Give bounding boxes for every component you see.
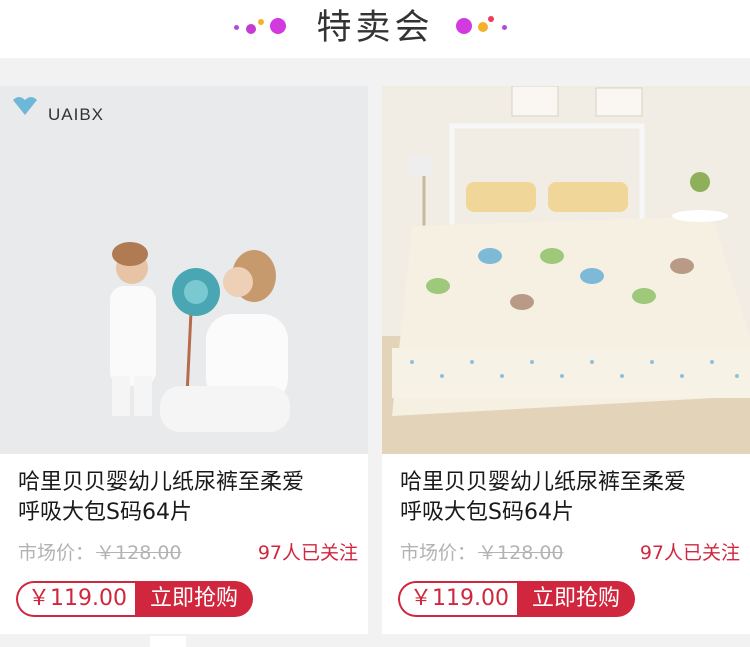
section-header: 特卖会 — [0, 0, 750, 58]
market-price: 市场价： ￥128.00 — [400, 542, 564, 564]
product-image[interactable]: UAIBX — [0, 86, 368, 454]
product-title[interactable]: 哈里贝贝婴幼儿纸尿裤至柔爱 呼吸大包S码64片 — [400, 468, 740, 528]
buy-now-button[interactable]: 立即抢购 — [134, 581, 253, 617]
sale-price: ￥119.00 — [398, 581, 517, 617]
decor-dots-right-icon — [452, 16, 516, 40]
brand-name: UAIBX — [48, 105, 104, 124]
product-card[interactable]: UAIBX 哈里贝贝婴幼儿纸尿裤至柔爱 呼吸大包S码64片 市场价： ￥128.0… — [0, 86, 368, 634]
buy-group[interactable]: ￥119.00 立即抢购 — [398, 581, 635, 617]
next-card-edge — [150, 636, 186, 647]
page-title: 特卖会 — [316, 8, 434, 48]
buy-group[interactable]: ￥119.00 立即抢购 — [16, 581, 253, 617]
product-image[interactable] — [382, 86, 750, 454]
buy-now-button[interactable]: 立即抢购 — [516, 581, 635, 617]
product-title[interactable]: 哈里贝贝婴幼儿纸尿裤至柔爱 呼吸大包S码64片 — [18, 468, 358, 528]
family-pajamas-photo: UAIBX — [0, 86, 368, 454]
bedding-set-photo — [382, 86, 750, 454]
follower-count: 97人已关注 — [257, 542, 358, 564]
follower-count: 97人已关注 — [639, 542, 740, 564]
sale-price: ￥119.00 — [16, 581, 135, 617]
market-price: 市场价： ￥128.00 — [18, 542, 182, 564]
product-card[interactable]: 哈里贝贝婴幼儿纸尿裤至柔爱 呼吸大包S码64片 市场价： ￥128.00 97人已… — [382, 86, 750, 634]
